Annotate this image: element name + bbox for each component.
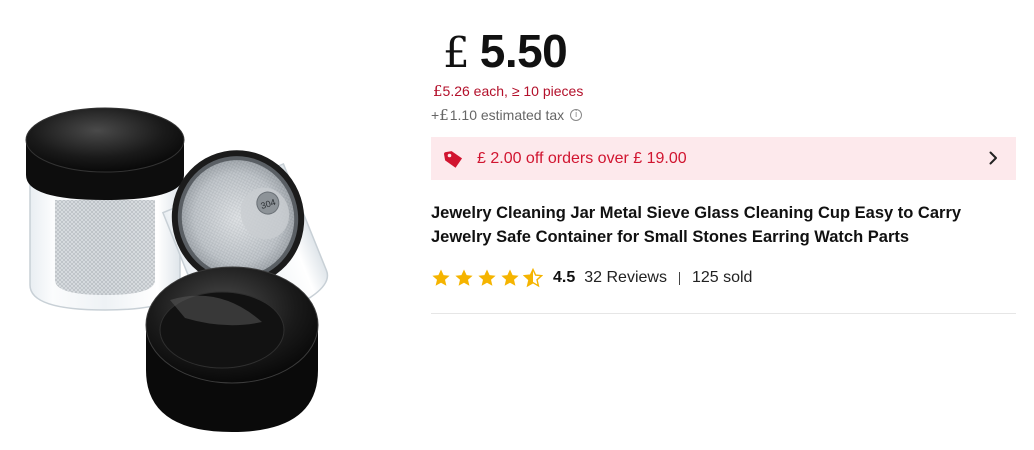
reviews-link[interactable]: 32 Reviews	[584, 269, 667, 287]
tax-text: 1.10 estimated tax	[449, 107, 565, 123]
tax-prefix: +	[431, 107, 440, 123]
promo-text: £ 2.00 off orders over £ 19.00	[477, 149, 687, 167]
rating-row[interactable]: 4.5 32 Reviews 125 sold	[431, 268, 752, 288]
rating-score: 4.5	[553, 269, 576, 286]
price-currency: £	[443, 28, 470, 77]
star-icon	[501, 269, 519, 286]
divider-bar	[678, 271, 680, 285]
half-star-icon	[523, 268, 543, 288]
bulk-price: £5.26 each, ≥ 10 pieces	[433, 82, 583, 100]
star-icon	[432, 269, 450, 286]
star-icon	[478, 269, 496, 286]
price-amount: 5.50	[479, 25, 568, 77]
product-image[interactable]: 304	[0, 0, 340, 450]
info-icon[interactable]: i	[570, 109, 583, 121]
star-rating[interactable]	[431, 268, 543, 288]
product-title: Jewelry Cleaning Jar Metal Sieve Glass C…	[431, 204, 962, 246]
price-tag-icon	[443, 149, 463, 169]
section-divider	[431, 313, 1016, 314]
estimated-tax: + £1.10 estimated tax i	[431, 106, 583, 124]
bulk-price-currency: £	[433, 82, 443, 100]
sold-count: 125 sold	[691, 269, 753, 286]
tax-currency: £	[439, 106, 449, 124]
star-icon	[455, 269, 473, 286]
bulk-price-text: 5.26 each, ≥ 10 pieces	[442, 83, 584, 99]
promo-banner[interactable]: £ 2.00 off orders over £ 19.00	[431, 137, 1016, 180]
product-price: £ 5.50	[443, 24, 568, 78]
chevron-right-icon[interactable]	[984, 149, 1002, 167]
